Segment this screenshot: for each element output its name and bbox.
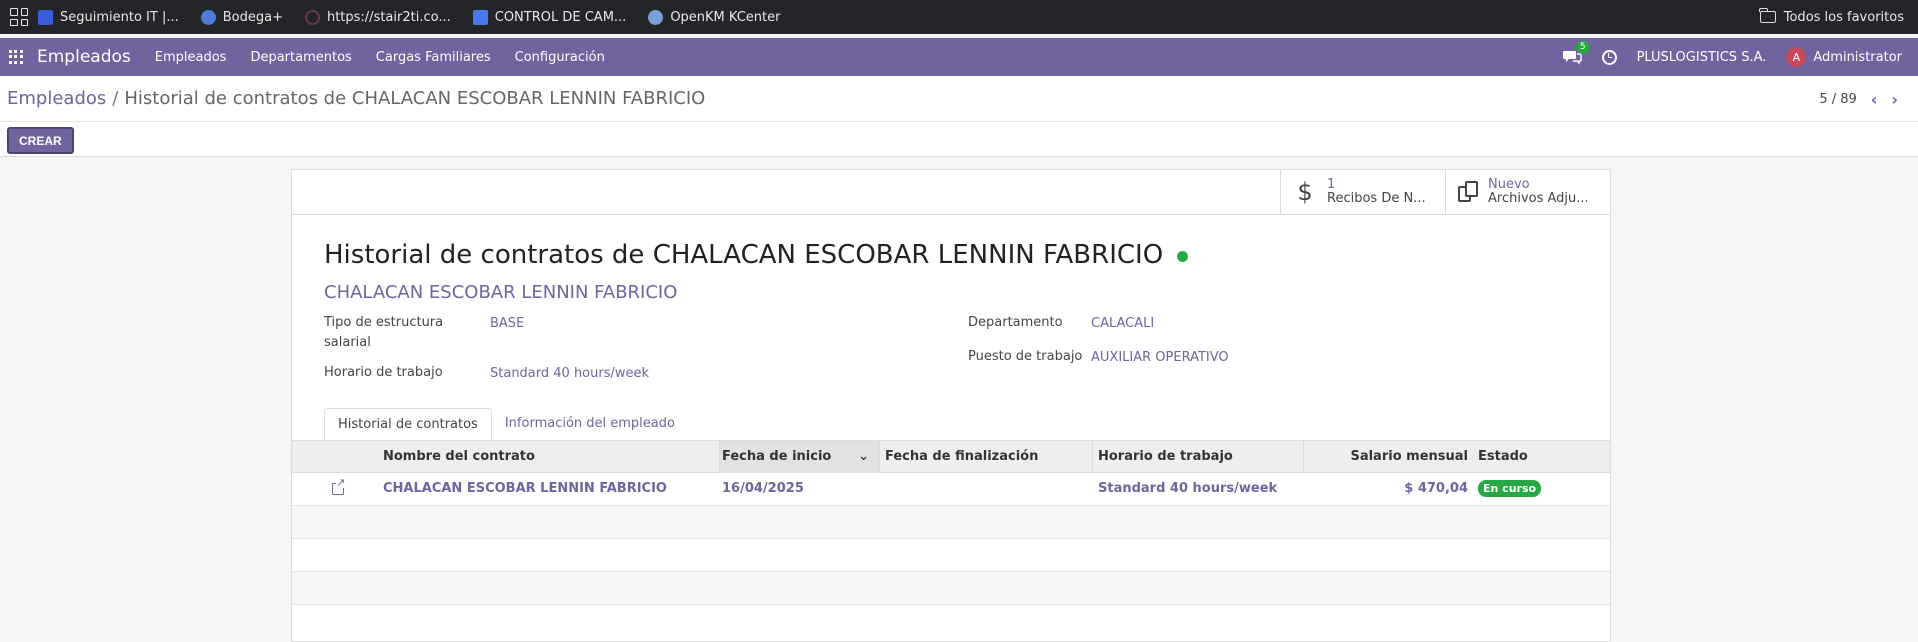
table-row-empty: [292, 572, 1610, 605]
stat-button-box: $ 1 Recibos De N... Nuevo Archivos Adju.…: [1280, 170, 1610, 214]
work-schedule-value[interactable]: Standard 40 hours/week: [490, 364, 649, 384]
app-brand[interactable]: Empleados: [37, 47, 131, 67]
contract-name[interactable]: CHALACAN ESCOBAR LENNIN FABRICIO: [383, 473, 667, 505]
tab-historial-contratos[interactable]: Historial de contratos: [324, 408, 492, 441]
avatar: A: [1786, 47, 1807, 67]
contract-salary[interactable]: $ 470,04: [1404, 473, 1468, 505]
table-row[interactable]: CHALACAN ESCOBAR LENNIN FABRICIO 16/04/2…: [292, 473, 1610, 506]
bookmark-bodega[interactable]: Bodega+: [200, 9, 283, 25]
divider: [292, 214, 1610, 215]
column-header-schedule[interactable]: Horario de trabajo: [1098, 441, 1233, 473]
divider: [719, 441, 720, 473]
pager: 5 / 89 ‹ ›: [1819, 90, 1898, 109]
bodega-icon: [200, 9, 216, 25]
activity-clock-icon[interactable]: [1601, 49, 1617, 65]
menu-departamentos[interactable]: Departamentos: [250, 50, 351, 65]
user-menu[interactable]: A Administrator: [1786, 47, 1902, 67]
documents-icon: [1458, 181, 1478, 203]
bookmark-seguimiento[interactable]: Seguimiento IT |...: [38, 9, 179, 25]
salary-structure-value[interactable]: BASE: [490, 314, 524, 334]
trello-icon: [38, 9, 53, 25]
form-sheet: $ 1 Recibos De N... Nuevo Archivos Adju.…: [291, 169, 1611, 642]
chevron-down-icon: ⌄: [858, 449, 869, 464]
table-header: Nombre del contrato Fecha de inicio ⌄ Fe…: [292, 440, 1610, 473]
attachments-label: Archivos Adju...: [1488, 191, 1589, 206]
job-position-value[interactable]: AUXILIAR OPERATIVO: [1091, 348, 1229, 368]
tab-informacion-empleado[interactable]: Información del empleado: [492, 408, 688, 441]
menu-empleados[interactable]: Empleados: [155, 50, 227, 65]
chevron-right-icon[interactable]: ›: [1891, 90, 1898, 109]
breadcrumb-current: Historial de contratos de CHALACAN ESCOB…: [124, 88, 706, 109]
breadcrumb-separator: /: [112, 88, 119, 109]
employee-link[interactable]: CHALACAN ESCOBAR LENNIN FABRICIO: [324, 282, 677, 303]
status-dot: [1177, 251, 1189, 262]
openkm-icon: [648, 9, 664, 25]
user-name: Administrator: [1813, 49, 1902, 65]
column-header-start-date-label: Fecha de inicio: [722, 449, 832, 464]
bookmark-openkm[interactable]: OpenKM KCenter: [648, 9, 780, 25]
folder-icon: [1759, 8, 1776, 23]
attachments-value: Nuevo: [1488, 177, 1530, 192]
work-schedule-label: Horario de trabajo: [324, 365, 443, 380]
create-button[interactable]: CREAR: [7, 127, 74, 154]
column-header-name[interactable]: Nombre del contrato: [383, 441, 535, 473]
status-badge: En curso: [1478, 480, 1542, 497]
payslips-stat-button[interactable]: $ 1 Recibos De N...: [1280, 170, 1445, 214]
menu-configuracion[interactable]: Configuración: [515, 50, 605, 65]
record-title: Historial de contratos de CHALACAN ESCOB…: [324, 240, 1164, 270]
divider: [1303, 441, 1304, 473]
menu-cargas-familiares[interactable]: Cargas Familiares: [376, 50, 491, 65]
document-icon: [472, 9, 488, 25]
contracts-table: Nombre del contrato Fecha de inicio ⌄ Fe…: [292, 440, 1610, 605]
apps-menu-icon[interactable]: [9, 50, 23, 64]
external-link-icon[interactable]: [332, 477, 346, 495]
contract-start-date[interactable]: 16/04/2025: [722, 473, 804, 505]
salary-structure-label: Tipo de estructura salarial: [324, 315, 444, 350]
contract-schedule[interactable]: Standard 40 hours/week: [1098, 473, 1277, 505]
message-count-badge: 5: [1575, 41, 1590, 54]
apps-grid-icon[interactable]: [10, 8, 28, 26]
payslips-count: 1: [1327, 177, 1336, 192]
all-favorites[interactable]: Todos los favoritos: [1759, 0, 1904, 34]
divider: [1092, 441, 1093, 473]
column-header-salary[interactable]: Salario mensual: [1350, 441, 1468, 473]
department-label: Departamento: [968, 315, 1063, 330]
column-header-end-date[interactable]: Fecha de finalización: [885, 441, 1038, 473]
breadcrumb-root-link[interactable]: Empleados: [7, 88, 106, 109]
page-title: Historial de contratos de CHALACAN ESCOB…: [324, 240, 1189, 270]
table-row-empty: [292, 506, 1610, 539]
globe-icon: [304, 9, 320, 25]
attachments-stat-button[interactable]: Nuevo Archivos Adju...: [1445, 170, 1610, 214]
chevron-left-icon[interactable]: ‹: [1871, 90, 1878, 109]
breadcrumb: Empleados / Historial de contratos de CHAL…: [7, 88, 705, 109]
bookmark-stair2ti[interactable]: https://stair2ti.co...: [304, 9, 451, 25]
divider: [879, 441, 880, 473]
column-header-start-date[interactable]: Fecha de inicio ⌄: [719, 441, 879, 473]
bookmark-control[interactable]: CONTROL DE CAM...: [472, 9, 626, 25]
messages-button[interactable]: 5: [1562, 41, 1590, 65]
control-panel: Empleados / Historial de contratos de CHAL…: [0, 76, 1918, 157]
pager-value[interactable]: 5 / 89: [1819, 92, 1856, 107]
company-switcher[interactable]: PLUSLOGISTICS S.A.: [1637, 50, 1767, 65]
dollar-icon: $: [1297, 178, 1313, 206]
bookmarks-bar: Seguimiento IT |... Bodega+ https://stai…: [0, 0, 1918, 34]
payslips-label: Recibos De N...: [1327, 191, 1426, 206]
main-navbar: Empleados Empleados Departamentos Cargas…: [0, 38, 1918, 76]
column-header-state[interactable]: Estado: [1478, 441, 1528, 473]
table-row-empty: [292, 539, 1610, 572]
divider: [0, 121, 1918, 122]
department-value[interactable]: CALACALI: [1091, 314, 1154, 334]
job-position-label: Puesto de trabajo: [968, 349, 1083, 364]
notebook-tabs: Historial de contratos Información del e…: [324, 408, 688, 441]
